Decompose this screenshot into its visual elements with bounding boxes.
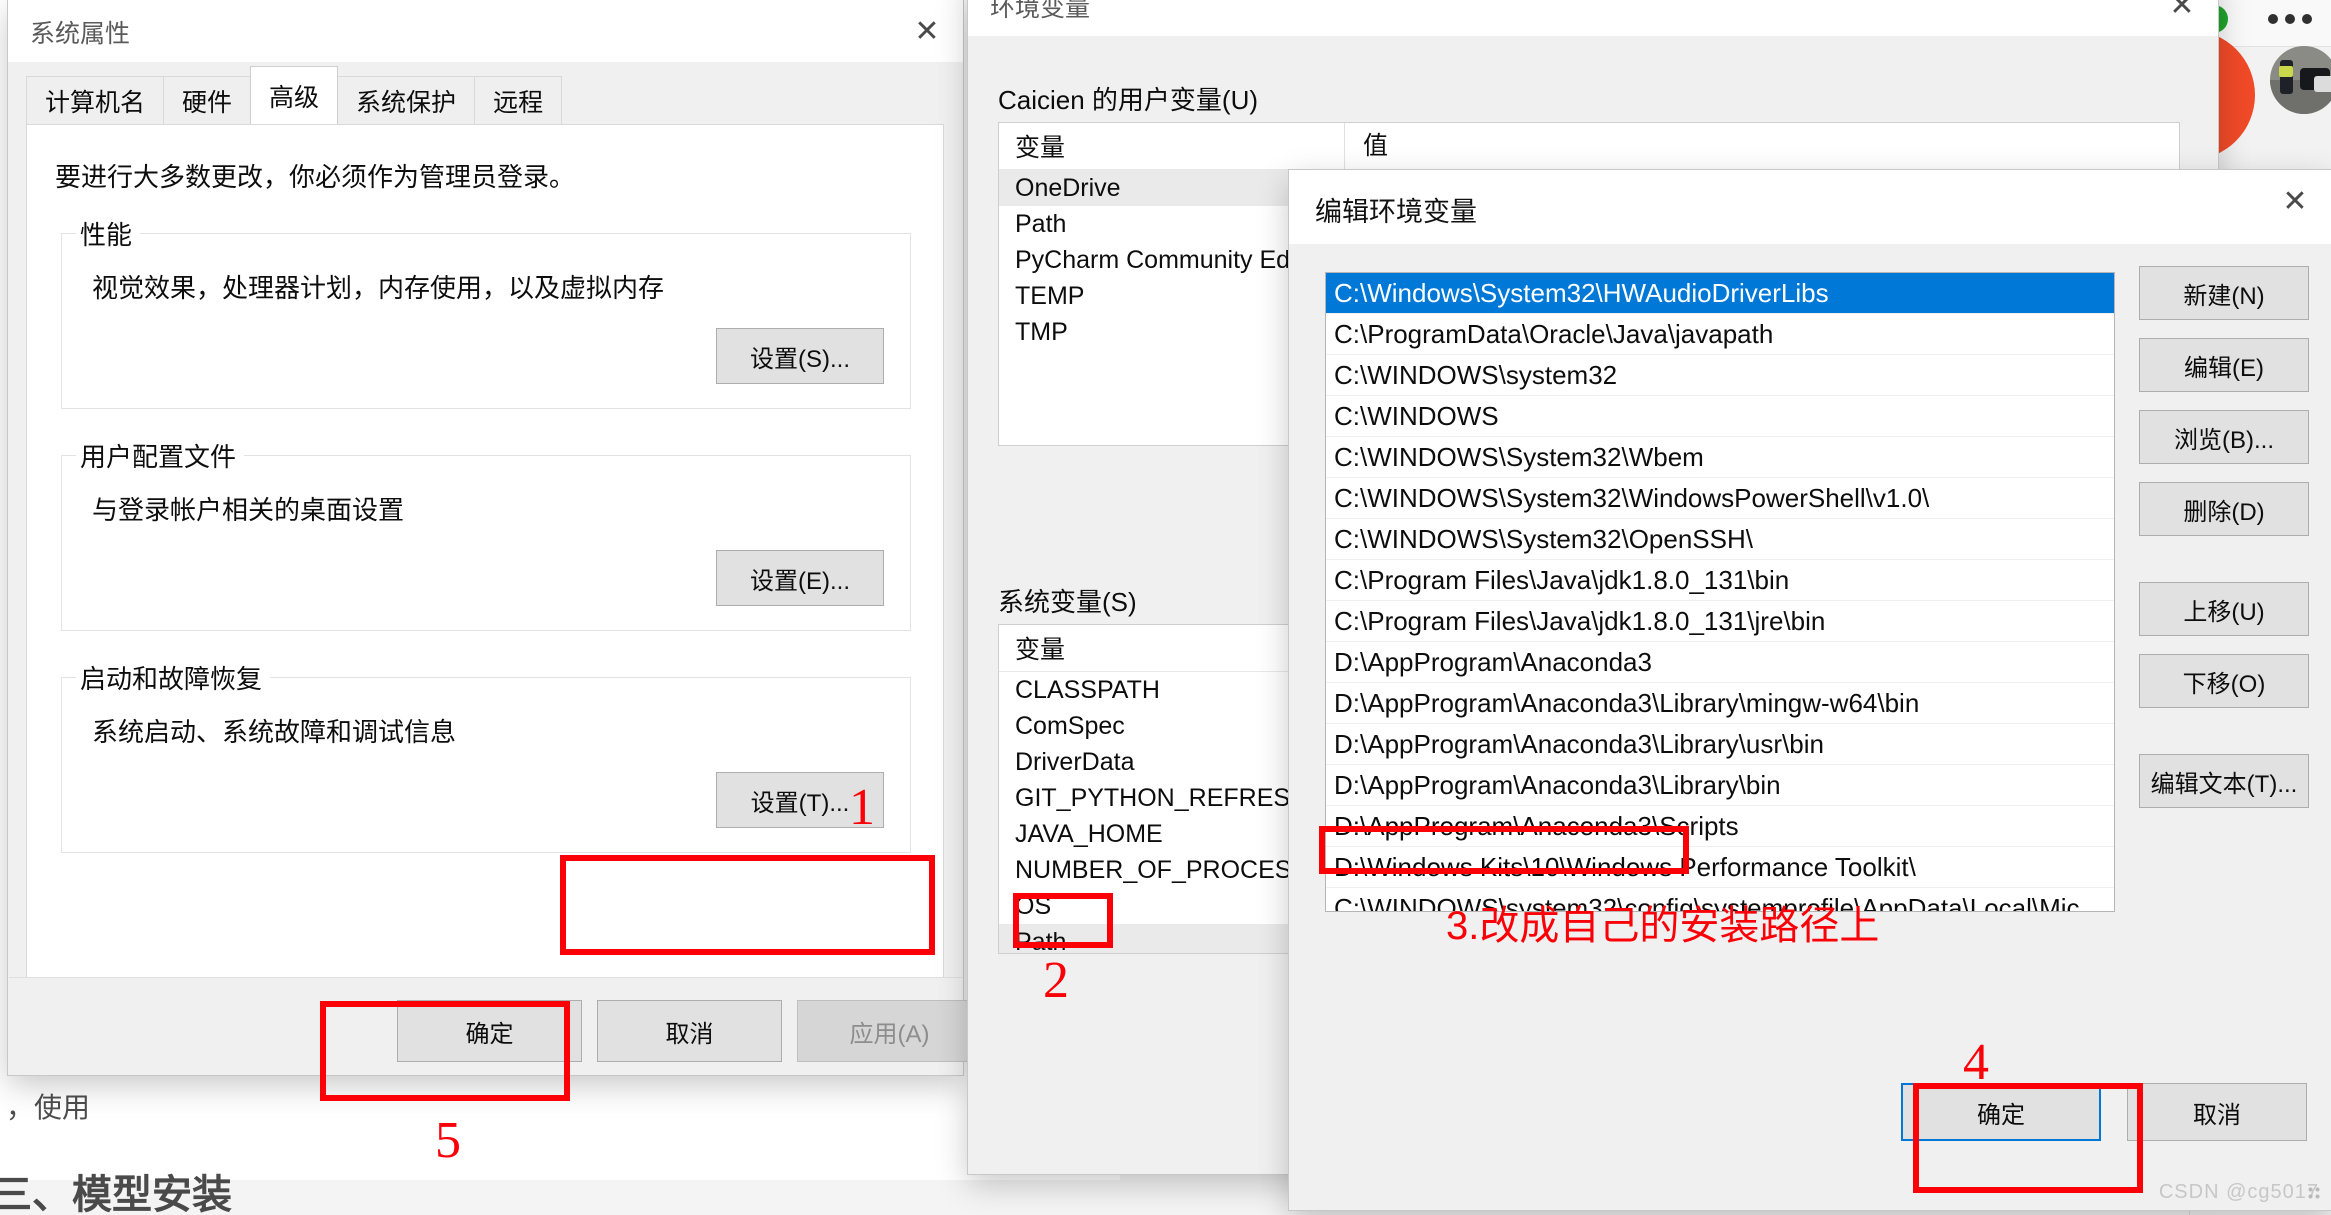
annotation-box-edit-ok bbox=[1913, 1083, 2143, 1193]
list-item[interactable]: C:\Windows\System32\HWAudioDriverLibs bbox=[1326, 273, 2114, 314]
tab-computer-name[interactable]: 计算机名 bbox=[26, 76, 165, 124]
move-up-button[interactable]: 上移(U) bbox=[2139, 582, 2309, 636]
background-heading: 三、模型安装 bbox=[0, 1173, 232, 1215]
list-item[interactable]: D:\AppProgram\Anaconda3\Library\bin bbox=[1326, 765, 2114, 806]
avatar[interactable] bbox=[2270, 46, 2331, 114]
annotation-note-3: 3.改成自己的安装路径上 bbox=[1446, 904, 1880, 948]
user-profiles-legend: 用户配置文件 bbox=[76, 437, 245, 474]
move-down-button[interactable]: 下移(O) bbox=[2139, 654, 2309, 708]
system-variables-label: 系统变量(S) bbox=[998, 587, 1137, 617]
cancel-button[interactable]: 取消 bbox=[597, 1000, 782, 1062]
path-entries-list[interactable]: C:\Windows\System32\HWAudioDriverLibs C:… bbox=[1325, 272, 2115, 912]
admin-note: 要进行大多数更改，你必须作为管理员登录。 bbox=[55, 162, 576, 192]
tabstrip: 计算机名 硬件 高级 系统保护 远程 bbox=[26, 66, 563, 124]
annotation-number-4: 4 bbox=[1963, 1034, 1989, 1091]
resize-grip-icon[interactable] bbox=[2307, 1186, 2321, 1200]
user-profiles-settings-button[interactable]: 设置(E)... bbox=[716, 550, 884, 606]
performance-description: 视觉效果，处理器计划，内存使用，以及虚拟内存 bbox=[92, 273, 665, 303]
tab-hardware[interactable]: 硬件 bbox=[163, 76, 252, 124]
more-options-icon[interactable] bbox=[2268, 14, 2312, 24]
list-item[interactable]: C:\WINDOWS\System32\Wbem bbox=[1326, 437, 2114, 478]
path-action-buttons: 新建(N) 编辑(E) 浏览(B)... 删除(D) 上移(U) 下移(O) 编… bbox=[2139, 266, 2309, 826]
list-item[interactable]: C:\WINDOWS\System32\WindowsPowerShell\v1… bbox=[1326, 478, 2114, 519]
user-profiles-description: 与登录帐户相关的桌面设置 bbox=[92, 495, 405, 525]
tab-advanced[interactable]: 高级 bbox=[250, 66, 339, 124]
annotation-number-5: 5 bbox=[435, 1112, 461, 1169]
performance-settings-button[interactable]: 设置(S)... bbox=[716, 328, 884, 384]
tab-remote[interactable]: 远程 bbox=[474, 76, 563, 124]
list-item[interactable]: C:\WINDOWS\system32 bbox=[1326, 355, 2114, 396]
annotation-number-1: 1 bbox=[849, 779, 875, 836]
user-variables-label: Caicien 的用户变量(U) bbox=[998, 85, 1259, 115]
screen-root: ，使用 三、模型安装 ˅ ✓ 系统属性 ✕ 计算机名 硬件 高级 系统保护 远程… bbox=[0, 0, 2331, 1215]
performance-legend: 性能 bbox=[76, 215, 141, 252]
column-header-value: 值 bbox=[1344, 123, 2179, 169]
new-button[interactable]: 新建(N) bbox=[2139, 266, 2309, 320]
user-variables-header: 变量 值 bbox=[999, 123, 2179, 170]
background-text-fragment: ，使用 bbox=[6, 1092, 91, 1123]
startup-recovery-group: 启动和故障恢复 系统启动、系统故障和调试信息 设置(T)... bbox=[61, 659, 911, 853]
startup-recovery-description: 系统启动、系统故障和调试信息 bbox=[92, 717, 457, 747]
list-item[interactable]: C:\WINDOWS\System32\OpenSSH\ bbox=[1326, 519, 2114, 560]
user-profiles-group: 用户配置文件 与登录帐户相关的桌面设置 设置(E)... bbox=[61, 437, 911, 631]
watermark: CSDN @cg5017 bbox=[2158, 1181, 2319, 1203]
close-icon[interactable]: ✕ bbox=[2259, 170, 2331, 232]
annotation-number-2: 2 bbox=[1043, 952, 1069, 1009]
list-item[interactable]: C:\Program Files\Java\jdk1.8.0_131\bin bbox=[1326, 560, 2114, 601]
delete-button[interactable]: 删除(D) bbox=[2139, 482, 2309, 536]
annotation-box-env-button bbox=[560, 855, 935, 955]
edit-environment-variable-dialog: 编辑环境变量 ✕ C:\Windows\System32\HWAudioDriv… bbox=[1289, 170, 2331, 1210]
annotation-box-tdm-gcc bbox=[1319, 826, 1689, 874]
startup-recovery-legend: 启动和故障恢复 bbox=[76, 659, 271, 696]
close-icon[interactable]: ✕ bbox=[2146, 0, 2218, 36]
list-item[interactable]: C:\ProgramData\Oracle\Java\javapath bbox=[1326, 314, 2114, 355]
list-item[interactable]: D:\AppProgram\Anaconda3\Library\mingw-w6… bbox=[1326, 683, 2114, 724]
close-icon[interactable]: ✕ bbox=[891, 0, 963, 62]
annotation-box-path-row bbox=[1013, 893, 1113, 948]
cancel-button[interactable]: 取消 bbox=[2127, 1083, 2307, 1141]
edit-env-titlebar: 编辑环境变量 ✕ bbox=[1289, 170, 2331, 244]
system-properties-title: 系统属性 bbox=[30, 20, 131, 48]
list-item[interactable]: C:\WINDOWS bbox=[1326, 396, 2114, 437]
environment-variables-title: 环境变量 bbox=[990, 0, 1091, 22]
column-header-variable: 变量 bbox=[1015, 134, 1066, 162]
edit-button[interactable]: 编辑(E) bbox=[2139, 338, 2309, 392]
performance-group: 性能 视觉效果，处理器计划，内存使用，以及虚拟内存 设置(S)... bbox=[61, 215, 911, 409]
list-item[interactable]: D:\AppProgram\Anaconda3 bbox=[1326, 642, 2114, 683]
annotation-box-sysprops-ok bbox=[320, 1001, 570, 1101]
environment-variables-titlebar: 环境变量 ✕ bbox=[968, 0, 2218, 36]
edit-env-title: 编辑环境变量 bbox=[1315, 197, 1477, 227]
tab-system-protection[interactable]: 系统保护 bbox=[337, 76, 476, 124]
apply-button[interactable]: 应用(A) bbox=[797, 1000, 982, 1062]
edit-text-button[interactable]: 编辑文本(T)... bbox=[2139, 754, 2309, 808]
browse-button[interactable]: 浏览(B)... bbox=[2139, 410, 2309, 464]
system-properties-titlebar: 系统属性 ✕ bbox=[8, 0, 963, 62]
list-item[interactable]: C:\Program Files\Java\jdk1.8.0_131\jre\b… bbox=[1326, 601, 2114, 642]
list-item[interactable]: D:\AppProgram\Anaconda3\Library\usr\bin bbox=[1326, 724, 2114, 765]
